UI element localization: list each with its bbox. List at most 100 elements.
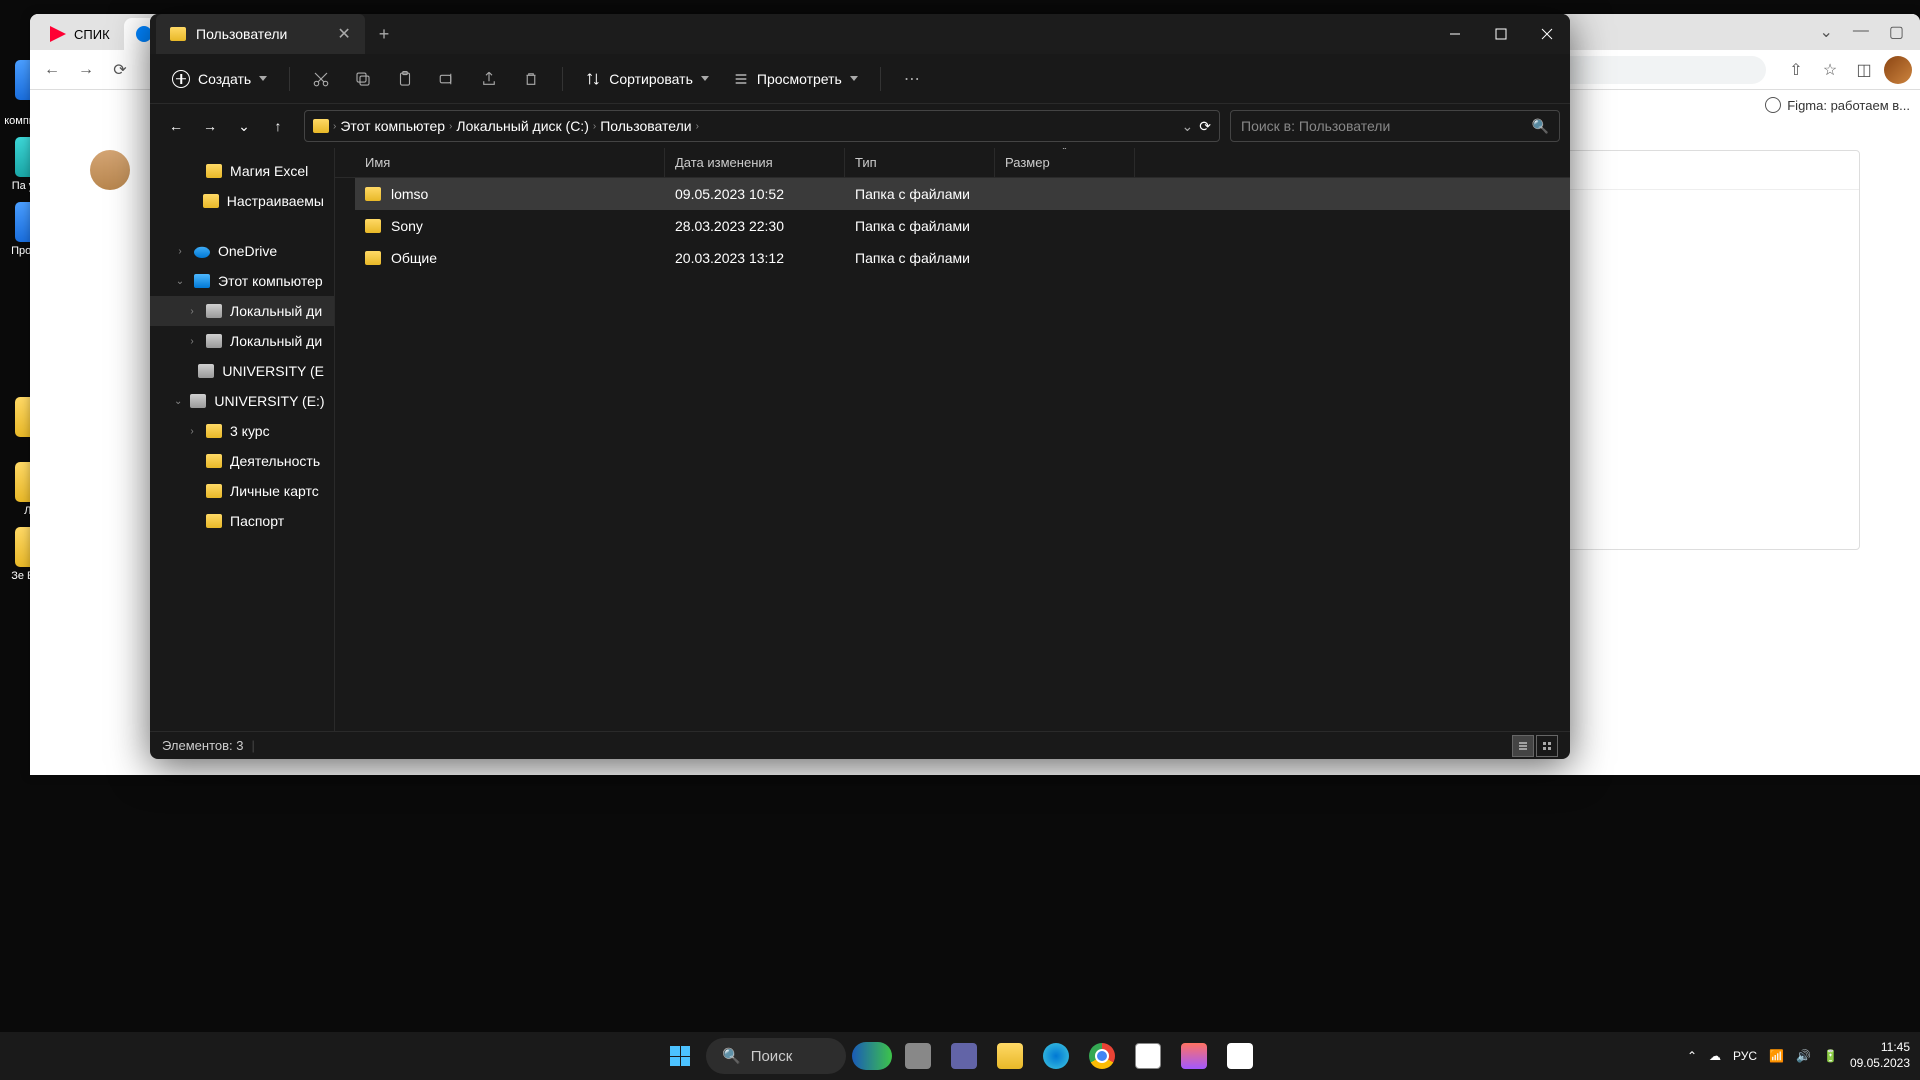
task-chrome[interactable] xyxy=(1082,1036,1122,1076)
file-row[interactable]: lomso 09.05.2023 10:52 Папка с файлами xyxy=(355,178,1570,210)
breadcrumb-item[interactable]: Этот компьютер xyxy=(340,118,445,134)
tree-chevron-icon[interactable]: ⌄ xyxy=(174,276,186,287)
view-button[interactable]: Просмотреть xyxy=(723,60,868,98)
bookmark-item[interactable]: Figma: работаем в... xyxy=(1765,97,1910,113)
cut-button[interactable] xyxy=(302,60,340,98)
share-button[interactable] xyxy=(470,60,508,98)
tree-chevron-icon[interactable]: › xyxy=(186,306,198,317)
file-row[interactable]: Общие 20.03.2023 13:12 Папка с файлами xyxy=(355,242,1570,274)
sidebar-item[interactable]: Паспорт xyxy=(150,506,334,536)
drive-icon xyxy=(198,364,214,378)
sort-button[interactable]: Сортировать xyxy=(575,60,719,98)
search-input[interactable]: Поиск в: Пользователи 🔍 xyxy=(1230,110,1560,142)
task-figma[interactable] xyxy=(1174,1036,1214,1076)
minimize-button[interactable] xyxy=(1432,14,1478,54)
column-date[interactable]: Дата изменения xyxy=(665,148,845,177)
folder-icon xyxy=(313,119,329,133)
details-view-button[interactable] xyxy=(1512,735,1534,757)
breadcrumb-bar[interactable]: › Этот компьютер › Локальный диск (C:) ›… xyxy=(304,110,1220,142)
refresh-icon[interactable]: ⟳ xyxy=(1199,118,1211,135)
task-notion[interactable] xyxy=(1220,1036,1260,1076)
column-size[interactable]: Размер⌃ xyxy=(995,148,1135,177)
tree-chevron-icon[interactable]: › xyxy=(186,336,198,347)
maximize-icon[interactable]: ▢ xyxy=(1889,22,1904,42)
task-chat[interactable] xyxy=(944,1036,984,1076)
sidebar-label: Паспорт xyxy=(230,513,284,529)
forward-button[interactable]: → xyxy=(194,110,226,142)
user-avatar[interactable] xyxy=(1884,56,1912,84)
task-edge[interactable] xyxy=(1036,1036,1076,1076)
chevron-down-icon[interactable]: ⌄ xyxy=(1819,22,1832,42)
sidebar-item[interactable]: › 3 курс xyxy=(150,416,334,446)
sidebar-item[interactable]: ›Локальный ди xyxy=(150,326,334,356)
tree-chevron-icon[interactable]: › xyxy=(186,426,198,437)
folder-icon xyxy=(206,424,222,438)
chevron-down-icon[interactable]: ⌄ xyxy=(1182,118,1194,135)
sidebar-item[interactable]: Настраиваемы xyxy=(150,186,334,216)
sidebar-item[interactable]: ›Локальный ди xyxy=(150,296,334,326)
sidebar-item[interactable]: Деятельность xyxy=(150,446,334,476)
globe-icon xyxy=(1765,97,1781,113)
onedrive-icon[interactable]: ☁ xyxy=(1709,1049,1721,1063)
reload-button[interactable]: ⟳ xyxy=(106,56,134,84)
breadcrumb-item[interactable]: Локальный диск (C:) xyxy=(456,118,589,134)
file-name-cell: lomso xyxy=(355,186,665,202)
content-area: Имя Дата изменения Тип Размер⌃ lomso 09.… xyxy=(335,148,1570,731)
chevron-down-icon xyxy=(259,76,267,81)
taskbar-search[interactable]: 🔍 Поиск xyxy=(706,1038,846,1074)
rename-button[interactable] xyxy=(428,60,466,98)
thumbnails-view-button[interactable] xyxy=(1536,735,1558,757)
create-button[interactable]: Создать xyxy=(162,60,277,98)
column-type[interactable]: Тип xyxy=(845,148,995,177)
file-list: lomso 09.05.2023 10:52 Папка с файлами S… xyxy=(335,178,1570,731)
volume-icon[interactable]: 🔊 xyxy=(1796,1049,1811,1063)
sidebar-item[interactable]: ⌄Этот компьютер xyxy=(150,266,334,296)
sidebar-item[interactable]: ›OneDrive xyxy=(150,236,334,266)
recent-button[interactable]: ⌄ xyxy=(228,110,260,142)
maximize-button[interactable] xyxy=(1478,14,1524,54)
tree-chevron-icon[interactable]: ⌄ xyxy=(174,396,182,407)
folder-icon xyxy=(206,514,222,528)
sidebar-item[interactable]: Магия Excel xyxy=(150,156,334,186)
star-icon[interactable]: ☆ xyxy=(1816,56,1844,84)
forward-button[interactable]: → xyxy=(72,56,100,84)
paste-button[interactable] xyxy=(386,60,424,98)
sidebar-item[interactable]: ⌄UNIVERSITY (E:) xyxy=(150,386,334,416)
more-button[interactable]: ⋯ xyxy=(893,60,931,98)
copy-button[interactable] xyxy=(344,60,382,98)
task-explorer[interactable] xyxy=(990,1036,1030,1076)
network-icon[interactable]: 📶 xyxy=(1769,1049,1784,1063)
file-explorer-window: Пользователи ✕ + Создать Сортировать xyxy=(150,14,1570,759)
new-tab-button[interactable]: + xyxy=(365,24,404,45)
search-icon: 🔍 xyxy=(722,1047,741,1065)
share-icon[interactable]: ⇧ xyxy=(1782,56,1810,84)
delete-button[interactable] xyxy=(512,60,550,98)
back-button[interactable]: ← xyxy=(38,56,66,84)
sidebar-label: Магия Excel xyxy=(230,163,308,179)
sidebar-item[interactable]: UNIVERSITY (E xyxy=(150,356,334,386)
close-button[interactable] xyxy=(1524,14,1570,54)
browser-tab[interactable]: СПИК xyxy=(38,18,122,50)
sidebar-item[interactable]: Личные картс xyxy=(150,476,334,506)
explorer-tab[interactable]: Пользователи ✕ xyxy=(156,14,365,54)
file-row[interactable]: Sony 28.03.2023 22:30 Папка с файлами xyxy=(355,210,1570,242)
column-name[interactable]: Имя xyxy=(355,148,665,177)
sidebar: Магия Excel Настраиваемы ›OneDrive⌄Этот ко… xyxy=(150,148,335,731)
file-type-cell: Папка с файлами xyxy=(845,218,995,234)
breadcrumb-item[interactable]: Пользователи xyxy=(600,118,691,134)
task-store[interactable] xyxy=(1128,1036,1168,1076)
tree-chevron-icon[interactable]: › xyxy=(174,246,186,257)
task-weather[interactable] xyxy=(852,1036,892,1076)
battery-icon[interactable]: 🔋 xyxy=(1823,1049,1838,1063)
language-indicator[interactable]: РУС xyxy=(1733,1049,1757,1063)
minimize-icon[interactable]: — xyxy=(1853,22,1869,42)
start-button[interactable] xyxy=(660,1036,700,1076)
up-button[interactable]: ↑ xyxy=(262,110,294,142)
sidebar-label: 3 курс xyxy=(230,423,270,439)
close-tab-icon[interactable]: ✕ xyxy=(337,24,350,44)
clock[interactable]: 11:45 09.05.2023 xyxy=(1850,1040,1910,1071)
panel-icon[interactable]: ◫ xyxy=(1850,56,1878,84)
task-view[interactable] xyxy=(898,1036,938,1076)
tray-overflow-icon[interactable]: ⌃ xyxy=(1687,1049,1697,1063)
back-button[interactable]: ← xyxy=(160,110,192,142)
